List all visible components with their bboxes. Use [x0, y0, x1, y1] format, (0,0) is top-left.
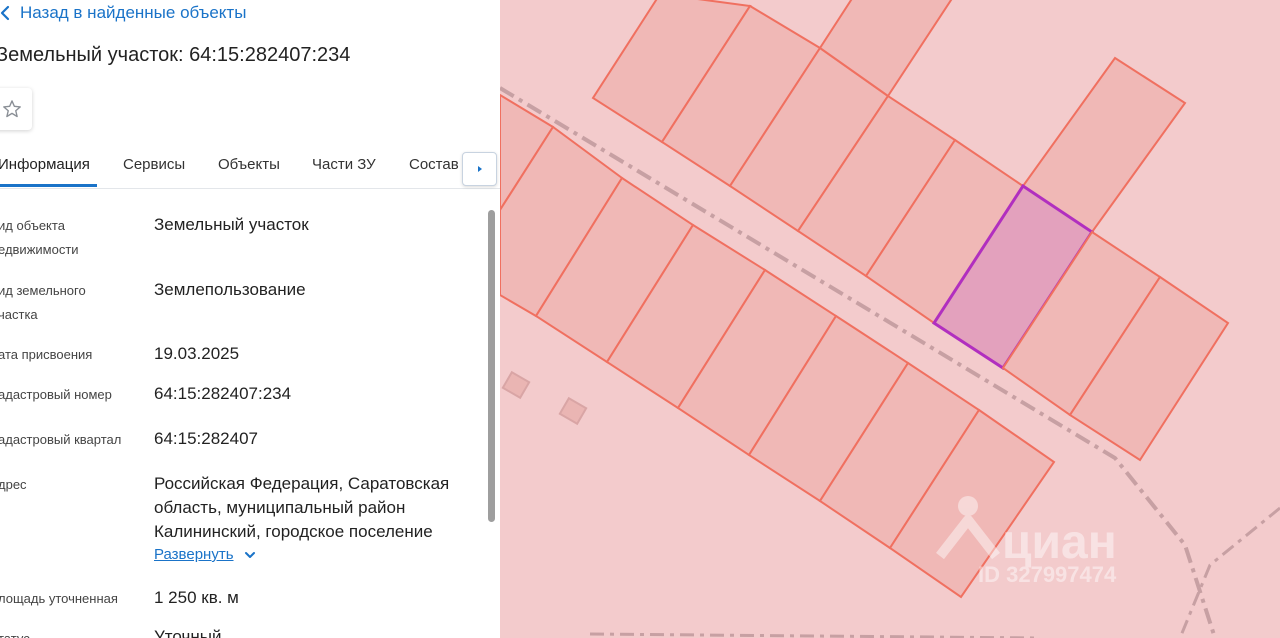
favorite-button[interactable] [0, 88, 32, 130]
value-assign-date: 19.03.2025 [154, 344, 240, 363]
road-line-3 [589, 632, 1041, 638]
value-address: Российская Федерация, Саратовская област… [154, 474, 450, 541]
label-area: лощадь уточненная [0, 591, 118, 606]
tab-parts[interactable]: Части ЗУ [312, 156, 376, 173]
scrollbar-thumb[interactable] [488, 210, 495, 522]
label-status: татус [0, 627, 138, 638]
expand-address-link[interactable]: Развернуть [154, 546, 258, 563]
back-link[interactable]: Назад в найденные объекты [0, 2, 246, 24]
label-cadastral-number: адастровый номер [0, 387, 112, 402]
label-object-type: ид объекта едвижимости [0, 218, 79, 257]
value-cadastral-quarter: 64:15:282407 [154, 429, 258, 448]
label-land-type: ид земельного частка [0, 283, 86, 322]
map-canvas[interactable]: циан ID 327997474 [500, 0, 1280, 638]
caret-right-icon [477, 166, 482, 172]
chevron-left-icon [0, 5, 10, 21]
tabs-scroll-right-button[interactable] [462, 152, 497, 186]
back-link-label: Назад в найденные объекты [20, 3, 247, 22]
road-line-2 [1178, 506, 1280, 638]
value-land-type: Землепользование [154, 280, 306, 299]
info-panel: Назад в найденные объекты Земельный учас… [0, 0, 500, 638]
value-object-type: Земельный участок [154, 215, 309, 234]
value-cadastral-number: 64:15:282407:234 [154, 384, 292, 403]
building-marker [558, 396, 588, 426]
tab-bar: Информация Сервисы Объекты Части ЗУ Сост… [0, 146, 500, 189]
label-address: дрес [0, 477, 27, 492]
page-title: Земельный участок: 64:15:282407:234 [0, 44, 351, 66]
value-status: Уточный [154, 627, 222, 638]
building-marker [501, 370, 531, 400]
tab-composition[interactable]: Состав [409, 156, 459, 173]
value-area: 1 250 кв. м [154, 588, 239, 607]
star-icon [3, 100, 21, 118]
label-cadastral-quarter: адастровый квартал [0, 432, 122, 447]
tab-information[interactable]: Информация [0, 156, 90, 173]
tab-services[interactable]: Сервисы [123, 156, 185, 173]
watermark-id: ID 327997474 [978, 562, 1117, 587]
cadastral-map[interactable]: циан ID 327997474 [500, 0, 1280, 638]
active-tab-indicator [0, 184, 97, 187]
expand-label: Развернуть [154, 546, 234, 563]
chevron-down-icon [244, 551, 255, 558]
label-assign-date: ата присвоения [0, 347, 93, 362]
tab-objects[interactable]: Объекты [218, 156, 280, 173]
info-scrollbar[interactable] [487, 206, 496, 638]
watermark-logo-icon [958, 496, 978, 516]
